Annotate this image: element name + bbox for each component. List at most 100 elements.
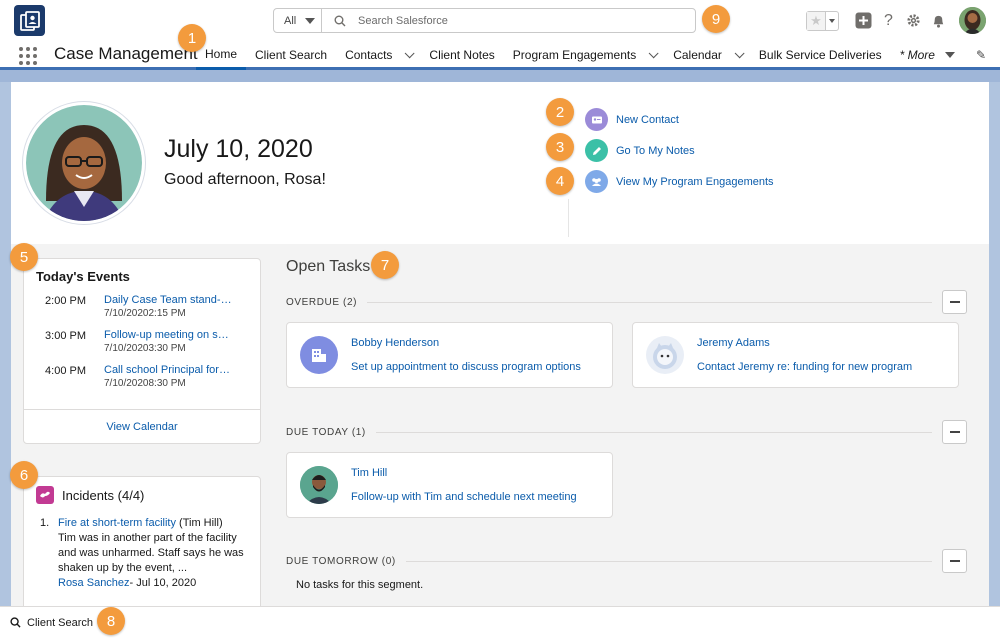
incidents-title: Incidents (4/4)	[62, 487, 145, 503]
app-logo[interactable]	[14, 5, 45, 36]
header-tools: ★ ?	[806, 7, 986, 34]
view-calendar-link[interactable]: View Calendar	[24, 409, 260, 443]
tab-label: Calendar	[673, 48, 722, 62]
minus-icon	[949, 301, 960, 303]
incident-link[interactable]: Fire at short-term facility	[58, 517, 176, 529]
search-scope-value: All	[284, 14, 297, 27]
search-placeholder: Search Salesforce	[358, 14, 448, 27]
tab-label: Program Engagements	[512, 48, 637, 62]
callout-badge: 8	[97, 607, 125, 635]
setup-button[interactable]	[901, 8, 926, 33]
quick-link-my-notes[interactable]: Go To My Notes	[585, 135, 774, 166]
task-contact-link[interactable]: Bobby Henderson	[351, 337, 581, 349]
incidents-card: Incidents (4/4) 1. Fire at short-term fa…	[23, 476, 261, 616]
notifications-button[interactable]	[926, 8, 951, 33]
event-datetime: 7/10/20203:30 PM	[104, 343, 186, 354]
quick-link-new-contact[interactable]: New Contact	[585, 104, 774, 135]
incident-description: Tim was in another part of the facility …	[58, 532, 244, 574]
search-icon	[334, 15, 346, 26]
task-card[interactable]: Jeremy Adams Contact Jeremy re: funding …	[632, 322, 959, 388]
section-label: DUE TODAY (1)	[286, 426, 366, 438]
profile-card: July 10, 2020 Good afternoon, Rosa! New …	[11, 82, 989, 244]
quick-link-label[interactable]: View My Program Engagements	[616, 176, 774, 188]
task-description-link[interactable]: Contact Jeremy re: funding for new progr…	[697, 361, 912, 373]
callout-badge: 1	[178, 24, 206, 52]
favorites-dropdown[interactable]	[826, 12, 838, 30]
event-datetime: 7/10/20202:15 PM	[104, 308, 186, 319]
divider	[405, 560, 932, 562]
incident-item: 1. Fire at short-term facility (Tim Hill…	[24, 516, 260, 591]
incident-client: (Tim Hill)	[175, 517, 223, 529]
person-avatar-icon	[300, 466, 338, 504]
task-description-link[interactable]: Set up appointment to discuss program op…	[351, 361, 581, 373]
callout-badge: 6	[10, 461, 38, 489]
task-contact-link[interactable]: Jeremy Adams	[697, 337, 912, 349]
tasks-section-due-tomorrow: DUE TOMORROW (0) No tasks for this segme…	[286, 549, 967, 591]
tab-client-search[interactable]: Client Search	[246, 40, 336, 70]
event-item: 4:00 PM Call school Principal for i... 7/…	[24, 364, 260, 399]
navigation-bar: Case Management Home Client Search Conta…	[0, 40, 1000, 70]
events-title: Today's Events	[36, 269, 130, 284]
tab-bulk-service-deliveries[interactable]: Bulk Service Deliveries	[750, 40, 891, 70]
star-icon[interactable]: ★	[807, 11, 826, 30]
favorites-button[interactable]: ★	[806, 10, 839, 31]
divider	[367, 301, 932, 303]
user-portrait-icon	[26, 105, 142, 221]
greeting: Good afternoon, Rosa!	[164, 171, 326, 188]
search-scope-select[interactable]: All	[274, 9, 322, 32]
caret-down-icon	[829, 18, 835, 23]
global-search: All Search Salesforce	[273, 8, 696, 33]
quick-link-program-engagements[interactable]: View My Program Engagements	[585, 166, 774, 197]
tab-program-engagements[interactable]: Program Engagements	[504, 40, 664, 70]
event-link[interactable]: Follow-up meeting on sh...	[104, 329, 232, 341]
event-link[interactable]: Call school Principal for i...	[104, 364, 232, 376]
quick-link-label[interactable]: Go To My Notes	[616, 145, 695, 157]
tab-label: Client Notes	[429, 48, 495, 62]
task-card[interactable]: Tim Hill Follow-up with Tim and schedule…	[286, 452, 613, 518]
tab-more[interactable]: * More	[891, 40, 964, 70]
utility-client-search[interactable]: Client Search	[27, 617, 93, 629]
tab-contacts[interactable]: Contacts	[336, 40, 420, 70]
section-label: OVERDUE (2)	[286, 296, 358, 308]
profile-avatar	[23, 102, 145, 224]
user-avatar[interactable]	[959, 7, 986, 34]
building-icon	[300, 336, 338, 374]
help-button[interactable]: ?	[876, 8, 901, 33]
search-icon	[10, 617, 21, 628]
plus-icon	[855, 12, 872, 29]
task-contact-link[interactable]: Tim Hill	[351, 467, 577, 479]
section-label: DUE TOMORROW (0)	[286, 555, 396, 567]
event-item: 2:00 PM Daily Case Team stand-up 7/10/202…	[24, 294, 260, 329]
incident-author-link[interactable]: Rosa Sanchez	[58, 577, 130, 589]
people-icon	[585, 170, 608, 193]
tab-label: Bulk Service Deliveries	[758, 48, 882, 62]
callout-badge: 2	[546, 98, 574, 126]
search-input[interactable]: Search Salesforce	[322, 9, 695, 32]
quick-links: New Contact Go To My Notes View My Progr…	[585, 104, 774, 197]
utility-bar: Client Search	[0, 606, 1000, 638]
gear-icon	[907, 14, 920, 27]
collapse-button[interactable]	[942, 549, 967, 573]
main-content: Today's Events 2:00 PM Daily Case Team s…	[11, 244, 989, 616]
tab-client-notes[interactable]: Client Notes	[420, 40, 503, 70]
header-band	[0, 70, 1000, 82]
tab-label: Contacts	[345, 48, 393, 62]
quick-link-label[interactable]: New Contact	[616, 114, 679, 126]
task-card[interactable]: Bobby Henderson Set up appointment to di…	[286, 322, 613, 388]
event-link[interactable]: Daily Case Team stand-up	[104, 294, 232, 306]
divider	[568, 199, 569, 237]
global-actions-button[interactable]	[851, 8, 876, 33]
edit-nav-pencil-icon[interactable]: ✎	[976, 48, 986, 62]
collapse-button[interactable]	[942, 290, 967, 314]
astro-avatar-icon	[646, 336, 684, 374]
app-launcher-icon[interactable]	[19, 47, 37, 65]
bell-icon	[933, 15, 944, 28]
chevron-down-icon[interactable]	[734, 47, 745, 58]
task-description-link[interactable]: Follow-up with Tim and schedule next mee…	[351, 491, 577, 503]
collapse-button[interactable]	[942, 420, 967, 444]
app-name: Case Management	[54, 44, 198, 63]
tab-calendar[interactable]: Calendar	[664, 40, 750, 70]
chevron-down-icon[interactable]	[648, 47, 659, 58]
callout-badge: 9	[702, 5, 730, 33]
chevron-down-icon[interactable]	[405, 47, 415, 58]
